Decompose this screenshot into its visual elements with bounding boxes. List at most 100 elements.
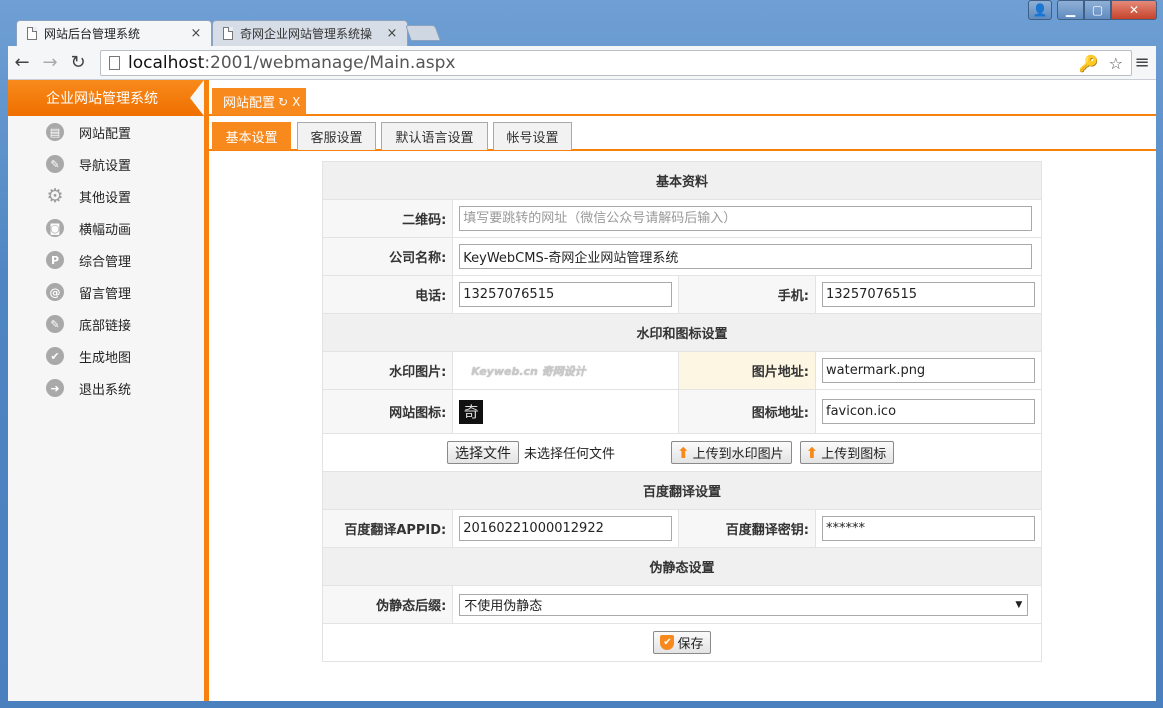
baidu-appid-label: 百度翻译APPID: [321, 509, 454, 548]
qrcode-input[interactable] [459, 206, 1033, 231]
save-label: 保存 [677, 637, 704, 652]
menu-icon[interactable]: ≡ [1132, 52, 1152, 73]
company-cell [452, 237, 1042, 276]
baidu-appid-cell [452, 509, 680, 548]
main-content: 网站配置 ↻ X 基本设置 客服设置 默认语言设置 帐号设置 基本资料 二维码: [209, 80, 1156, 701]
save-button[interactable]: ✔ 保存 [653, 631, 711, 654]
row-rewrite: 伪静态后缀: 不使用伪静态 ▼ [321, 585, 1042, 624]
sidebar-item-footer-links[interactable]: ✎ 底部链接 [8, 308, 204, 340]
close-icon[interactable]: × [385, 26, 399, 41]
url-path: :2001/webmanage/Main.aspx [204, 53, 456, 73]
row-company: 公司名称: [321, 237, 1042, 276]
p-icon: P [46, 251, 64, 269]
browser-tab-admin[interactable]: 网站后台管理系统 × [16, 20, 212, 46]
tab-strip: 网站后台管理系统 × 奇网企业网站管理系统操 × 👤 ▁ ▢ ✕ [0, 0, 1163, 46]
baidu-key-input[interactable] [822, 516, 1035, 541]
back-button[interactable]: ← [8, 52, 36, 73]
company-name-input[interactable] [459, 244, 1033, 269]
new-tab-button[interactable] [405, 25, 441, 41]
sidebar-item-general[interactable]: P 综合管理 [8, 244, 204, 276]
close-icon[interactable]: X [292, 95, 300, 109]
key-icon[interactable]: 🔑 [1079, 54, 1099, 73]
rewrite-select[interactable]: 不使用伪静态 ▼ [459, 593, 1029, 616]
upload-arrow-icon: ⬆ [805, 443, 819, 462]
camera-icon: ◙ [46, 219, 64, 237]
section-header: 百度翻译设置 [322, 471, 1042, 510]
gear-icon: ⚙ [46, 185, 64, 207]
page-icon [109, 56, 120, 70]
row-upload: 选择文件 未选择任何文件 ⬆ 上传到水印图片 ⬆ 上传到图标 [322, 433, 1042, 472]
image-addr-label: 图片地址: [678, 351, 816, 390]
row-save: ✔ 保存 [322, 623, 1042, 662]
star-icon[interactable]: ☆ [1109, 54, 1123, 73]
pencil-icon: ✎ [46, 315, 64, 333]
sidebar-item-messages[interactable]: @ 留言管理 [8, 276, 204, 308]
section-baidu-title: 百度翻译设置 [322, 471, 1042, 510]
row-qrcode: 二维码: [321, 199, 1042, 238]
browser-tab-cms[interactable]: 奇网企业网站管理系统操 × [212, 20, 408, 46]
browser-window: 网站后台管理系统 × 奇网企业网站管理系统操 × 👤 ▁ ▢ ✕ ← → ↻ l… [0, 0, 1163, 708]
mobile-input[interactable] [822, 282, 1035, 307]
sidebar: 企业网站管理系统 ▤ 网站配置 ✎ 导航设置 ⚙ 其他设置 ◙ 横幅动画 P 综… [8, 80, 204, 701]
section-basic-title: 基本资料 [322, 161, 1042, 200]
mobile-label: 手机: [678, 275, 816, 314]
minimize-button[interactable]: ▁ [1057, 0, 1084, 20]
tab-account-settings[interactable]: 帐号设置 [493, 122, 572, 150]
phone-input[interactable] [459, 282, 673, 307]
sidebar-item-nav-settings[interactable]: ✎ 导航设置 [8, 148, 204, 180]
document-icon [27, 27, 37, 40]
icon-address-input[interactable] [822, 399, 1035, 424]
tab-language-settings[interactable]: 默认语言设置 [381, 122, 488, 150]
arrow-right-icon: ➜ [46, 379, 64, 397]
url-host: localhost [128, 53, 205, 73]
image-address-input[interactable] [822, 358, 1035, 383]
close-icon[interactable]: × [189, 26, 203, 41]
section-rewrite-title: 伪静态设置 [322, 547, 1042, 586]
sidebar-item-sitemap[interactable]: ✔ 生成地图 [8, 340, 204, 372]
row-phone: 电话: 手机: [321, 275, 1042, 314]
close-window-button[interactable]: ✕ [1111, 0, 1157, 20]
tab-label: 网站配置 [223, 96, 276, 111]
site-icon-label: 网站图标: [321, 389, 454, 434]
address-bar[interactable]: localhost:2001/webmanage/Main.aspx 🔑 ☆ [100, 50, 1132, 76]
sidebar-title: 企业网站管理系统 [8, 80, 204, 116]
no-file-text: 未选择任何文件 [524, 447, 616, 462]
pencil-icon: ✎ [46, 155, 64, 173]
sidebar-item-label: 导航设置 [79, 158, 132, 174]
sub-tabbar: 基本设置 客服设置 默认语言设置 帐号设置 [209, 118, 1156, 151]
tab-basic-settings[interactable]: 基本设置 [212, 122, 291, 150]
sidebar-item-label: 退出系统 [79, 382, 132, 398]
watermark-label: 水印图片: [321, 351, 454, 390]
image-addr-cell [815, 351, 1042, 390]
settings-form: 基本资料 二维码: 公司名称: 电话: [321, 161, 1042, 662]
tab-service-settings[interactable]: 客服设置 [297, 122, 376, 150]
choose-file-button[interactable]: 选择文件 [447, 441, 519, 464]
user-icon[interactable]: 👤 [1028, 0, 1052, 20]
row-baidu: 百度翻译APPID: 百度翻译密钥: [321, 509, 1042, 548]
reload-button[interactable]: ↻ [64, 52, 92, 73]
rewrite-selected: 不使用伪静态 [464, 599, 543, 614]
sidebar-item-label: 底部链接 [79, 318, 132, 334]
company-label: 公司名称: [321, 237, 454, 276]
qrcode-cell [452, 199, 1042, 238]
watermark-preview: Keyweb.cn 奇网设计 [459, 359, 610, 382]
baidu-key-label: 百度翻译密钥: [678, 509, 816, 548]
refresh-icon[interactable]: ↻ [278, 95, 288, 109]
sidebar-item-other-settings[interactable]: ⚙ 其他设置 [8, 180, 204, 212]
upload-watermark-button[interactable]: ⬆ 上传到水印图片 [671, 441, 792, 464]
baidu-key-cell [815, 509, 1042, 548]
sidebar-item-site-config[interactable]: ▤ 网站配置 [8, 116, 204, 148]
browser-tab-title: 网站后台管理系统 [44, 27, 141, 41]
tab-site-config[interactable]: 网站配置 ↻ X [212, 88, 307, 115]
baidu-appid-input[interactable] [459, 516, 673, 541]
section-watermark-title: 水印和图标设置 [322, 313, 1042, 352]
document-icon [223, 27, 233, 40]
row-watermark: 水印图片: Keyweb.cn 奇网设计 图片地址: [321, 351, 1042, 390]
upload-icon-button[interactable]: ⬆ 上传到图标 [799, 441, 895, 464]
sidebar-item-banner[interactable]: ◙ 横幅动画 [8, 212, 204, 244]
forward-button[interactable]: → [36, 52, 64, 73]
maximize-button[interactable]: ▢ [1084, 0, 1111, 20]
rewrite-label: 伪静态后缀: [321, 585, 454, 624]
section-header: 水印和图标设置 [322, 313, 1042, 352]
sidebar-item-logout[interactable]: ➜ 退出系统 [8, 372, 204, 404]
